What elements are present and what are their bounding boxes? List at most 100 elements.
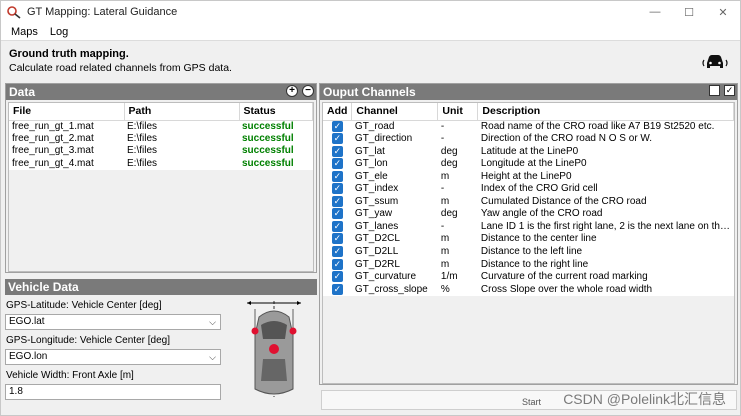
status-cell: successful (239, 132, 313, 146)
channel-cell: GT_lat (354, 145, 385, 157)
checkmark-icon: ✓ (331, 245, 343, 257)
table-row[interactable]: ✓ GT_lon deg Longitude at the LineP0 (323, 158, 734, 171)
table-row[interactable]: ✓ GT_curvature 1/m Curvature of the current… (323, 271, 734, 284)
add-checkbox[interactable]: ✓ (323, 120, 352, 133)
description-cell: Height at the LineP0 (480, 170, 572, 182)
add-checkbox[interactable]: ✓ (323, 170, 352, 184)
maximize-button[interactable]: ☐ (672, 1, 706, 23)
unit-cell: deg (440, 158, 458, 170)
table-row[interactable]: ✓ GT_road - Road name of the CRO road like … (323, 120, 734, 133)
add-checkbox[interactable]: ✓ (323, 208, 352, 221)
channel-cell: GT_D2CL (354, 233, 400, 245)
path-cell: E:\files (124, 120, 239, 133)
remove-file-button[interactable]: − (302, 85, 314, 97)
column-header-description[interactable]: Description (477, 103, 734, 121)
table-row[interactable]: ✓ GT_direction - Direction of the CRO road … (323, 133, 734, 146)
data-panel: Data + − File Path Status free_run_gt_1.… (5, 83, 317, 273)
add-checkbox[interactable]: ✓ (323, 245, 352, 259)
add-checkbox[interactable]: ✓ (323, 220, 352, 234)
checkmark-icon: ✓ (331, 271, 343, 283)
output-table: Add Channel Unit Description ✓ GT_road - Ro… (323, 103, 734, 297)
add-checkbox[interactable]: ✓ (323, 145, 352, 159)
description-cell: Cross Slope over the whole road width (480, 283, 653, 295)
channel-cell: GT_ele (354, 170, 388, 182)
minimize-button[interactable]: — (638, 1, 672, 23)
add-checkbox[interactable]: ✓ (323, 258, 352, 272)
chevron-down-icon: ⌵ (209, 317, 216, 327)
channel-cell: GT_lanes (354, 220, 399, 232)
description-cell: Latitude at the LineP0 (480, 145, 579, 157)
data-section-header: Data + − (6, 84, 316, 100)
table-row[interactable]: ✓ GT_yaw deg Yaw angle of the CRO road (323, 208, 734, 221)
table-row[interactable]: free_run_gt_2.mat E:\files successful (9, 132, 313, 146)
output-table-container: Add Channel Unit Description ✓ GT_road - Ro… (322, 102, 735, 384)
channel-cell: GT_direction (354, 133, 413, 145)
description-cell: Distance to the right line (480, 258, 589, 270)
add-checkbox[interactable]: ✓ (323, 271, 352, 284)
menu-maps[interactable]: Maps (5, 26, 44, 38)
checkmark-icon: ✓ (331, 283, 343, 295)
column-header-path[interactable]: Path (124, 103, 240, 121)
column-header-unit[interactable]: Unit (437, 103, 479, 121)
file-cell: free_run_gt_1.mat (9, 120, 124, 133)
close-button[interactable]: ✕ (706, 1, 740, 23)
description-cell: Index of the CRO Grid cell (480, 183, 598, 195)
channel-cell: GT_cross_slope (354, 283, 428, 295)
status-cell: successful (239, 145, 313, 158)
description-cell: Direction of the CRO road N O S or W. (480, 133, 653, 145)
table-row[interactable]: free_run_gt_1.mat E:\files successful (9, 120, 313, 133)
table-row[interactable]: ✓ GT_D2LL m Distance to the left line (323, 245, 734, 259)
column-header-file[interactable]: File (9, 103, 125, 121)
description-cell: Lane ID 1 is the first right lane, 2 is … (480, 220, 734, 232)
checkmark-icon: ✓ (331, 208, 343, 220)
checkmark-icon: ✓ (331, 133, 343, 145)
latitude-select[interactable]: EGO.lat ⌵ (5, 314, 221, 330)
checkmark-icon: ✓ (331, 158, 343, 170)
path-cell: E:\files (124, 145, 239, 158)
table-row[interactable]: ✓ GT_ele m Height at the LineP0 (323, 170, 734, 184)
page-title: Ground truth mapping. (9, 48, 129, 60)
table-row[interactable]: ✓ GT_lanes - Lane ID 1 is the first right l… (323, 220, 734, 234)
add-checkbox[interactable]: ✓ (323, 233, 352, 246)
add-checkbox[interactable]: ✓ (323, 133, 352, 146)
unit-cell: - (440, 220, 445, 232)
add-checkbox[interactable]: ✓ (323, 183, 352, 196)
channel-cell: GT_curvature (354, 271, 417, 283)
checkmark-icon: ✓ (331, 220, 343, 232)
table-row[interactable]: ✓ GT_index - Index of the CRO Grid cell (323, 183, 734, 196)
column-header-status[interactable]: Status (239, 103, 313, 121)
channel-cell: GT_road (354, 120, 395, 132)
table-row[interactable]: ✓ GT_D2CL m Distance to the center line (323, 233, 734, 246)
menu-log[interactable]: Log (44, 26, 74, 38)
status-cell: successful (239, 157, 313, 171)
add-file-button[interactable]: + (286, 85, 298, 97)
vehicle-data-panel: Vehicle Data GPS-Latitude: Vehicle Cente… (5, 279, 317, 406)
column-header-add[interactable]: Add (323, 103, 353, 121)
table-row[interactable]: ✓ GT_cross_slope% Cross Slope over the who… (323, 283, 734, 297)
checkmark-icon: ✓ (331, 170, 343, 182)
add-checkbox[interactable]: ✓ (323, 158, 352, 171)
description-cell: Longitude at the LineP0 (480, 158, 587, 170)
table-row[interactable]: ✓ GT_ssum m Cumulated Distance of the CRO r… (323, 195, 734, 209)
unit-cell: m (440, 258, 450, 270)
data-section-title: Data (9, 85, 36, 99)
table-row[interactable]: ✓ GT_lat deg Latitude at the LineP0 (323, 145, 734, 159)
add-checkbox[interactable]: ✓ (323, 283, 352, 297)
unit-cell: m (440, 246, 450, 258)
description-cell: Cumulated Distance of the CRO road (480, 195, 647, 207)
deselect-all-button[interactable] (709, 85, 720, 96)
vehicle-width-input[interactable]: 1.8 (5, 384, 221, 400)
column-header-channel[interactable]: Channel (351, 103, 439, 121)
longitude-select[interactable]: EGO.lon ⌵ (5, 349, 221, 365)
add-checkbox[interactable]: ✓ (323, 195, 352, 209)
data-table: File Path Status free_run_gt_1.mat E:\fi… (9, 103, 313, 171)
page-subtitle: Calculate road related channels from GPS… (9, 62, 232, 74)
longitude-value: EGO.lon (9, 351, 48, 362)
table-row[interactable]: free_run_gt_3.mat E:\files successful (9, 145, 313, 158)
table-row[interactable]: ✓ GT_D2RL m Distance to the right line (323, 258, 734, 272)
unit-cell: m (440, 233, 450, 245)
path-cell: E:\files (124, 157, 239, 171)
channel-cell: GT_ssum (354, 195, 399, 207)
select-all-button[interactable]: ✓ (724, 85, 735, 96)
table-row[interactable]: free_run_gt_4.mat E:\files successful (9, 157, 313, 171)
